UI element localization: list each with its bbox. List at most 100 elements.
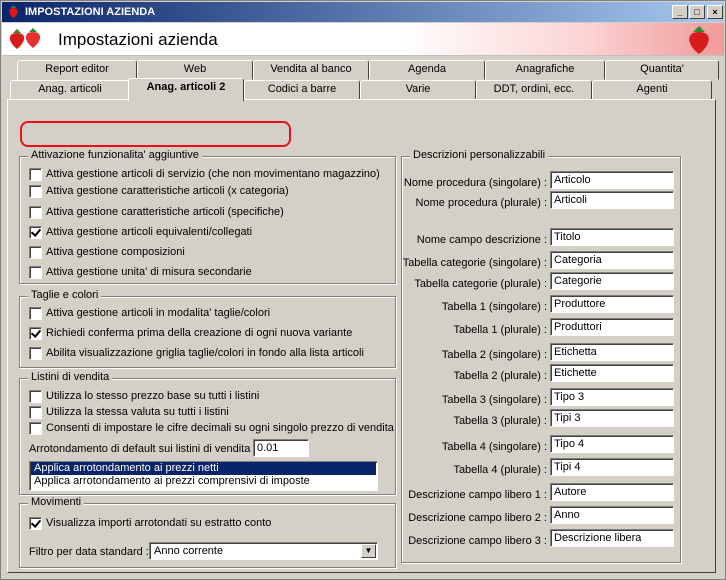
checkbox-caratteristiche-specifiche[interactable]: Attiva gestione caratteristiche articoli…: [29, 206, 284, 220]
description-field-input[interactable]: Etichetta: [550, 343, 674, 361]
list-item[interactable]: Applica arrotondamento ai prezzi netti: [31, 462, 376, 475]
checkbox-label: Attiva gestione composizioni: [46, 246, 185, 258]
checkbox-label: Attiva gestione articoli in modalita' ta…: [46, 307, 271, 319]
arrotondamento-label: Arrotondamento di default sui listini di…: [29, 443, 257, 455]
strawberry-icon: [9, 5, 18, 18]
description-field-input[interactable]: Descrizione libera: [550, 529, 674, 547]
tab-row-back: Report editor Web Vendita al banco Agend…: [1, 60, 726, 80]
checkbox-composizioni[interactable]: Attiva gestione composizioni: [29, 246, 185, 260]
checkbox-box[interactable]: [29, 406, 42, 419]
description-field-label: Descrizione campo libero 1 :: [408, 489, 547, 501]
checkbox-articoli-servizio[interactable]: Attiva gestione articoli di servizio (ch…: [29, 168, 380, 182]
description-field-label: Tabella 1 (plurale) :: [453, 324, 547, 336]
group-attivazione-title: Attivazione funzionalita' aggiuntive: [28, 149, 202, 161]
description-field-input[interactable]: Titolo: [550, 228, 674, 246]
filtro-label: Filtro per data standard :: [29, 546, 149, 558]
tab-varie[interactable]: Varie: [360, 80, 476, 100]
description-field-input[interactable]: Articoli: [550, 191, 674, 209]
chevron-down-icon[interactable]: ▼: [361, 544, 376, 558]
checkbox-label: Utilizza la stessa valuta su tutti i lis…: [46, 406, 229, 418]
tab-ddt-ordini[interactable]: DDT, ordini, ecc.: [476, 80, 592, 100]
group-descrizioni-title: Descrizioni personalizzabili: [410, 149, 549, 161]
list-item[interactable]: Applica arrotondamento ai prezzi compren…: [31, 475, 376, 488]
tab-report-editor[interactable]: Report editor: [17, 60, 137, 80]
description-field-input[interactable]: Articolo: [550, 171, 674, 189]
description-field-input[interactable]: Categorie: [550, 272, 674, 290]
description-field-input[interactable]: Tipo 4: [550, 435, 674, 453]
checkbox-box[interactable]: [29, 422, 42, 435]
filtro-select[interactable]: Anno corrente ▼: [149, 542, 378, 560]
arrotondamento-listbox[interactable]: Applica arrotondamento ai prezzi netti A…: [29, 461, 378, 491]
tab-agenda[interactable]: Agenda: [369, 60, 485, 80]
checkbox-box[interactable]: [29, 517, 42, 530]
tab-anag-articoli[interactable]: Anag. articoli: [10, 80, 130, 100]
description-field-label: Nome campo descrizione :: [416, 234, 547, 246]
checkbox-cifre-decimali[interactable]: Consenti di impostare le cifre decimali …: [29, 422, 394, 436]
description-field-label: Tabella 4 (plurale) :: [453, 464, 547, 476]
description-field-label: Tabella categorie (plurale) :: [414, 278, 547, 290]
checkbox-box[interactable]: [29, 206, 42, 219]
checkbox-box[interactable]: [29, 266, 42, 279]
page-header: Impostazioni azienda: [2, 23, 724, 56]
checkbox-label: Consenti di impostare le cifre decimali …: [46, 422, 394, 434]
description-field-label: Nome procedura (singolare) :: [403, 177, 547, 189]
checkbox-box[interactable]: [29, 185, 42, 198]
tab-agenti[interactable]: Agenti: [592, 80, 712, 100]
tab-anagrafiche[interactable]: Anagrafiche: [485, 60, 605, 80]
close-button[interactable]: ×: [707, 5, 723, 19]
checkbox-articoli-equivalenti[interactable]: Attiva gestione articoli equivalenti/col…: [29, 226, 252, 240]
description-field-label: Descrizione campo libero 2 :: [408, 512, 547, 524]
tab-codici-a-barre[interactable]: Codici a barre: [244, 80, 360, 100]
checkbox-label: Utilizza lo stesso prezzo base su tutti …: [46, 390, 260, 402]
group-taglie-title: Taglie e colori: [28, 289, 102, 301]
checkbox-unita-misura[interactable]: Attiva gestione unita' di misura seconda…: [29, 266, 252, 280]
checkbox-taglie-colori[interactable]: Attiva gestione articoli in modalita' ta…: [29, 307, 270, 321]
tab-quantita[interactable]: Quantita': [605, 60, 719, 80]
checkbox-box[interactable]: [29, 347, 42, 360]
checkbox-caratteristiche-categoria[interactable]: Attiva gestione caratteristiche articoli…: [29, 185, 289, 199]
minimize-button[interactable]: _: [672, 5, 688, 19]
description-field-label: Tabella 4 (singolare) :: [441, 441, 547, 453]
checkbox-importi-arrotondati[interactable]: Visualizza importi arrotondati su estrat…: [29, 517, 271, 531]
checkbox-label: Attiva gestione articoli equivalenti/col…: [46, 226, 253, 238]
tab-web[interactable]: Web: [137, 60, 253, 80]
description-field-label: Descrizione campo libero 3 :: [408, 535, 547, 547]
checkbox-box[interactable]: [29, 226, 42, 239]
description-field-input[interactable]: Tipi 4: [550, 458, 674, 476]
description-field-label: Tabella 3 (singolare) :: [441, 394, 547, 406]
description-field-input[interactable]: Categoria: [550, 251, 674, 269]
checkbox-label: Attiva gestione unita' di misura seconda…: [46, 266, 252, 278]
checkbox-conferma-variante[interactable]: Richiedi conferma prima della creazione …: [29, 327, 352, 341]
highlight-annotation: [20, 121, 291, 147]
description-field-label: Tabella categorie (singolare) :: [402, 257, 547, 269]
window-title: IMPOSTAZIONI AZIENDA: [25, 6, 156, 18]
title-bar[interactable]: IMPOSTAZIONI AZIENDA _ □ ×: [2, 2, 724, 22]
description-field-label: Tabella 2 (singolare) :: [441, 349, 547, 361]
description-field-input[interactable]: Autore: [550, 483, 674, 501]
tab-vendita-al-banco[interactable]: Vendita al banco: [253, 60, 369, 80]
checkbox-box[interactable]: [29, 168, 42, 181]
checkbox-stessa-valuta[interactable]: Utilizza la stessa valuta su tutti i lis…: [29, 406, 229, 420]
description-field-input[interactable]: Tipi 3: [550, 409, 674, 427]
checkbox-box[interactable]: [29, 327, 42, 340]
checkbox-stesso-prezzo[interactable]: Utilizza lo stesso prezzo base su tutti …: [29, 390, 259, 404]
filtro-value: Anno corrente: [154, 545, 224, 557]
description-field-label: Tabella 3 (plurale) :: [453, 415, 547, 427]
checkbox-label: Attiva gestione articoli di servizio (ch…: [46, 168, 380, 180]
description-field-input[interactable]: Produttore: [550, 295, 674, 313]
maximize-button[interactable]: □: [689, 5, 705, 19]
strawberries-icon: [9, 28, 41, 49]
description-field-input[interactable]: Produttori: [550, 318, 674, 336]
checkbox-griglia-taglie[interactable]: Abilita visualizzazione griglia taglie/c…: [29, 347, 364, 361]
description-field-input[interactable]: Tipo 3: [550, 388, 674, 406]
checkbox-box[interactable]: [29, 390, 42, 403]
checkbox-label: Richiedi conferma prima della creazione …: [46, 327, 353, 339]
description-field-input[interactable]: Etichette: [550, 364, 674, 382]
description-field-input[interactable]: Anno: [550, 506, 674, 524]
settings-window: IMPOSTAZIONI AZIENDA _ □ × Impostazioni …: [0, 0, 726, 580]
arrotondamento-input[interactable]: 0.01: [253, 439, 309, 457]
checkbox-box[interactable]: [29, 246, 42, 259]
checkbox-label: Visualizza importi arrotondati su estrat…: [46, 517, 272, 529]
tab-anag-articoli-2[interactable]: Anag. articoli 2: [128, 78, 244, 101]
checkbox-box[interactable]: [29, 307, 42, 320]
